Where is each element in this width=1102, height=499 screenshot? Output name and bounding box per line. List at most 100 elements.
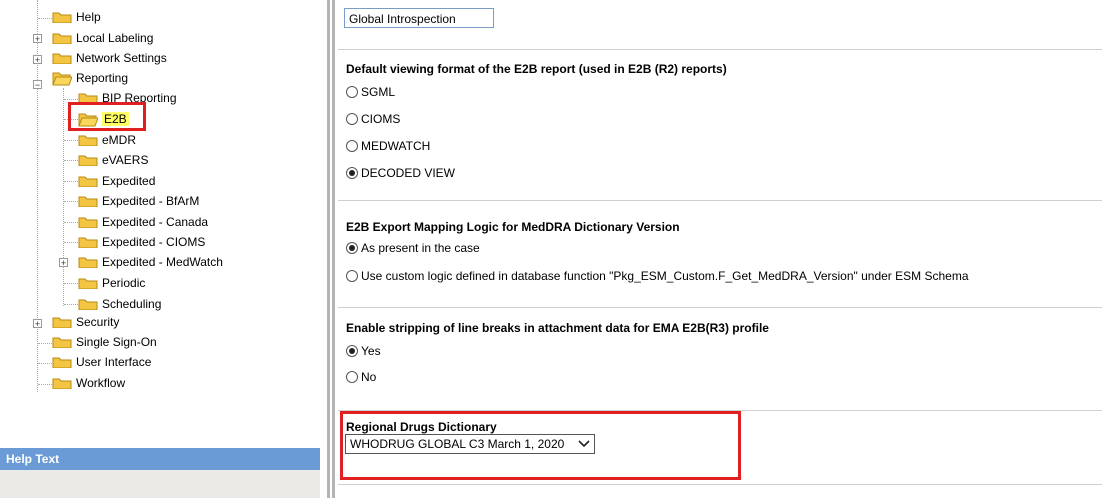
radio-medwatch[interactable]: MEDWATCH: [346, 139, 430, 153]
tree-line: [64, 242, 78, 243]
tree-item-label: Scheduling: [102, 297, 162, 311]
tree-item-label: User Interface: [76, 355, 152, 369]
folder-icon: [52, 356, 72, 368]
tree-item-network-settings[interactable]: Network Settings: [52, 49, 167, 67]
folder-icon: [52, 377, 72, 389]
tree-item-label: Help: [76, 10, 101, 24]
tree-line: [63, 88, 64, 306]
radio-selected-icon: [346, 242, 358, 254]
tree-item-workflow[interactable]: Workflow: [52, 374, 125, 392]
viewing-format-section: Default viewing format of the E2B report…: [338, 49, 1102, 200]
radio-label: CIOMS: [361, 112, 401, 126]
tree-line: [64, 304, 78, 305]
folder-icon: [78, 236, 98, 248]
tree-item-expedited-bfarm[interactable]: Expedited - BfArM: [78, 192, 199, 210]
tree-item-label: eMDR: [102, 133, 137, 147]
section-divider: [338, 484, 1102, 499]
radio-custom-logic[interactable]: Use custom logic defined in database fun…: [346, 269, 969, 283]
tree-line: [38, 343, 52, 344]
highlight-box: [340, 411, 741, 480]
folder-icon: [78, 256, 98, 268]
radio-selected-icon: [346, 345, 358, 357]
tree-item-label: Workflow: [76, 376, 126, 390]
folder-icon: [52, 52, 72, 64]
expand-icon[interactable]: +: [33, 55, 42, 65]
viewing-format-title: Default viewing format of the E2B report…: [346, 62, 727, 76]
tree-line: [64, 283, 78, 284]
tree-item-scheduling[interactable]: Scheduling: [78, 295, 161, 313]
tree-line: [64, 222, 78, 223]
introspection-field[interactable]: Global Introspection: [344, 8, 494, 28]
tree-line: [38, 384, 52, 385]
tree-item-expedited-canada[interactable]: Expedited - Canada: [78, 213, 208, 231]
radio-as-present[interactable]: As present in the case: [346, 241, 480, 255]
radio-icon: [346, 140, 358, 152]
folder-icon: [78, 298, 98, 310]
radio-yes[interactable]: Yes: [346, 344, 381, 358]
help-text-header: Help Text: [0, 448, 320, 470]
folder-icon: [52, 336, 72, 348]
tree-line: [64, 160, 78, 161]
line-breaks-title: Enable stripping of line breaks in attac…: [346, 321, 769, 335]
tree-item-evaers[interactable]: eVAERS: [78, 151, 148, 169]
highlight-box: [68, 102, 146, 131]
radio-icon: [346, 270, 358, 282]
folder-icon: [52, 32, 72, 44]
radio-icon: [346, 371, 358, 383]
collapse-icon[interactable]: −: [33, 80, 42, 90]
settings-tree: Help + Local Labeling + Network Settings…: [0, 0, 320, 440]
splitter-bar: [327, 0, 330, 498]
tree-item-label: Network Settings: [76, 51, 167, 65]
tree-item-emdr[interactable]: eMDR: [78, 131, 136, 149]
tree-line: [38, 18, 52, 19]
radio-label: No: [361, 370, 377, 384]
tree-item-label: Reporting: [76, 71, 129, 85]
expand-icon[interactable]: +: [33, 34, 42, 44]
radio-icon: [346, 113, 358, 125]
radio-label: MEDWATCH: [361, 139, 431, 153]
tree-item-label: Periodic: [102, 276, 146, 290]
tree-line: [64, 181, 78, 182]
expand-icon[interactable]: +: [33, 319, 42, 329]
folder-open-icon: [52, 70, 72, 86]
tree-item-user-interface[interactable]: User Interface: [52, 353, 151, 371]
tree-line: [38, 363, 52, 364]
panel-splitter[interactable]: [320, 0, 338, 498]
line-breaks-section: Enable stripping of line breaks in attac…: [338, 307, 1102, 410]
radio-selected-icon: [346, 167, 358, 179]
folder-icon: [78, 195, 98, 207]
tree-item-expedited-cioms[interactable]: Expedited - CIOMS: [78, 233, 205, 251]
folder-icon: [78, 216, 98, 228]
tree-item-security[interactable]: Security: [52, 313, 119, 331]
radio-decoded-view[interactable]: DECODED VIEW: [346, 166, 455, 180]
radio-icon: [346, 86, 358, 98]
folder-icon: [52, 316, 72, 328]
navigation-panel: Help + Local Labeling + Network Settings…: [0, 0, 320, 498]
help-text-body: [0, 470, 320, 498]
tree-item-single-sign-on[interactable]: Single Sign-On: [52, 333, 157, 351]
tree-item-periodic[interactable]: Periodic: [78, 274, 145, 292]
tree-item-label: Expedited - CIOMS: [102, 235, 206, 249]
content-panel: Global Introspection Default viewing for…: [338, 0, 1102, 498]
tree-item-expedited-medwatch[interactable]: Expedited - MedWatch: [78, 253, 223, 271]
tree-item-label: Security: [76, 315, 120, 329]
meddra-logic-title: E2B Export Mapping Logic for MedDRA Dict…: [346, 220, 680, 234]
radio-no[interactable]: No: [346, 370, 376, 384]
tree-item-help[interactable]: Help: [52, 8, 101, 26]
tree-item-label: Local Labeling: [76, 31, 154, 45]
tree-item-reporting[interactable]: Reporting: [52, 69, 128, 87]
expand-icon[interactable]: +: [59, 258, 68, 268]
tree-item-local-labeling[interactable]: Local Labeling: [52, 29, 153, 47]
tree-line: [64, 140, 78, 141]
meddra-logic-section: E2B Export Mapping Logic for MedDRA Dict…: [338, 200, 1102, 307]
folder-icon: [78, 154, 98, 166]
folder-icon: [52, 11, 72, 23]
tree-line: [64, 99, 78, 100]
radio-sgml[interactable]: SGML: [346, 85, 395, 99]
radio-cioms[interactable]: CIOMS: [346, 112, 400, 126]
radio-label: As present in the case: [361, 241, 480, 255]
folder-icon: [78, 277, 98, 289]
tree-item-expedited[interactable]: Expedited: [78, 172, 155, 190]
radio-label: Yes: [361, 344, 381, 358]
splitter-bar: [332, 0, 335, 498]
